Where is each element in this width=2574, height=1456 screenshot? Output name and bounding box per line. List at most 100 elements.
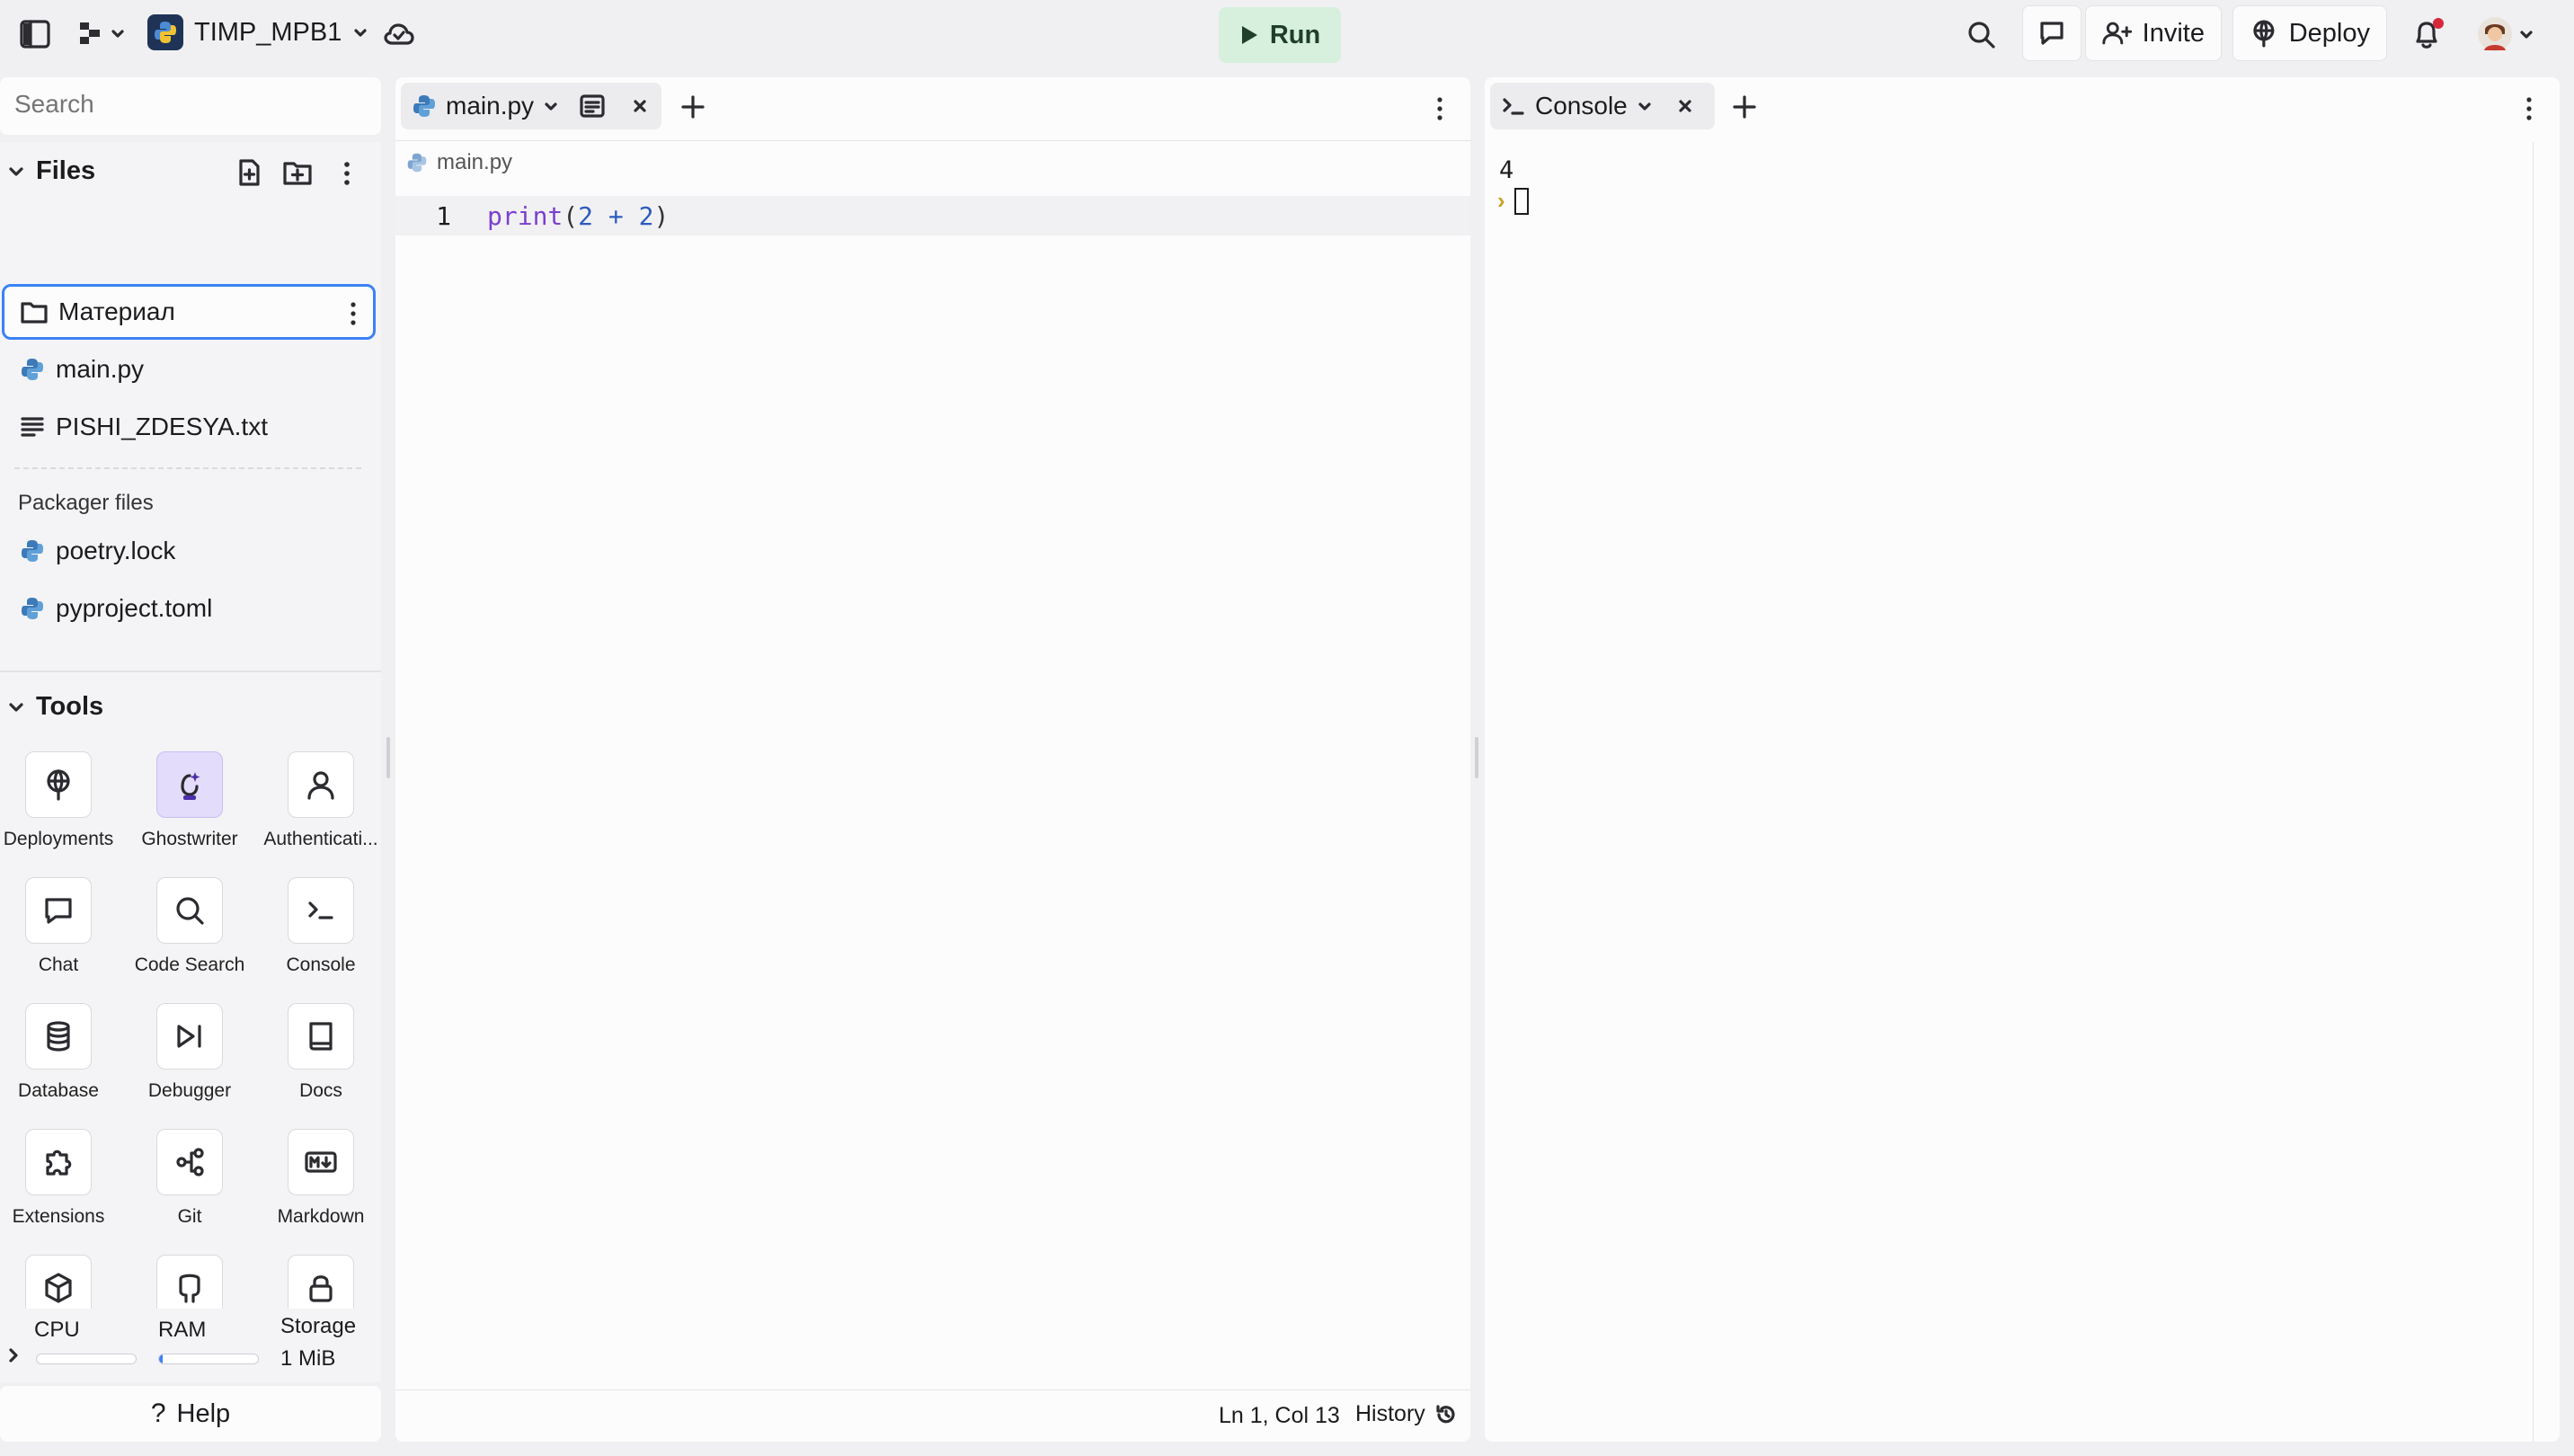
console-scrollbar[interactable] — [2533, 142, 2534, 1442]
top-bar: TIMP_MPB1 Run Invite Deploy — [0, 0, 2574, 70]
add-tab-icon[interactable] — [679, 93, 706, 120]
folder-icon — [21, 302, 48, 324]
tool-label: Authenticati... — [263, 829, 378, 849]
chevron-down-icon[interactable] — [543, 98, 559, 114]
project-switcher[interactable]: TIMP_MPB1 — [147, 14, 368, 50]
chat-icon — [45, 898, 72, 924]
puzzle-icon — [46, 1150, 72, 1176]
tool-label: Ghostwriter — [141, 829, 238, 849]
chat-button[interactable] — [2022, 5, 2081, 61]
tab-label: main.py — [446, 92, 535, 120]
divider — [14, 467, 361, 469]
editor-status-bar: Ln 1, Col 13 History — [395, 1389, 1470, 1443]
tool-extensions[interactable]: Extensions — [0, 1129, 124, 1228]
terminal-icon — [308, 901, 333, 919]
editor-more-icon[interactable] — [1431, 95, 1449, 122]
code-punct: ) — [653, 200, 670, 231]
cpu-meter — [36, 1354, 137, 1364]
tool-database[interactable]: Database — [0, 1003, 124, 1102]
deploy-icon — [2253, 20, 2275, 48]
close-icon[interactable] — [1676, 97, 1694, 115]
text-file-icon — [21, 417, 44, 437]
breadcrumb-item[interactable]: main.py — [437, 150, 512, 175]
history-button[interactable]: History — [1355, 1401, 1458, 1427]
code-line[interactable]: 1 print(2 + 2) — [395, 196, 669, 235]
search-input[interactable] — [0, 77, 388, 131]
files-more-icon[interactable] — [336, 160, 358, 187]
file-item-poetry-lock[interactable]: poetry.lock — [0, 525, 377, 577]
markdown-icon — [305, 1151, 337, 1173]
tool-label: Extensions — [12, 1206, 105, 1227]
cursor-position[interactable]: Ln 1, Col 13 — [1219, 1403, 1340, 1429]
tool-label: Console — [286, 954, 356, 975]
notification-bell-icon[interactable] — [2410, 16, 2446, 52]
tool-label: Docs — [299, 1080, 342, 1101]
avatar[interactable] — [2477, 16, 2534, 52]
close-icon[interactable] — [631, 97, 649, 115]
prompt-icon: › — [1497, 187, 1505, 214]
ram-label: RAM — [158, 1318, 207, 1342]
resource-usage[interactable]: CPU RAM Storage 1 MiB — [0, 1309, 381, 1381]
terminal-icon — [1503, 98, 1524, 115]
sidebar-resize-handle[interactable] — [386, 737, 390, 778]
console-output: 4 — [1499, 156, 1514, 184]
file-item-txt[interactable]: PISHI_ZDESYA.txt — [0, 401, 377, 453]
pane-resize-handle[interactable] — [1475, 737, 1478, 778]
chevron-down-icon[interactable] — [1637, 98, 1653, 114]
files-title: Files — [36, 156, 96, 185]
files-panel: Files Материал main.py PISHI_ZDESYA.txt … — [0, 142, 381, 746]
file-item-pyproject[interactable]: pyproject.toml — [0, 582, 377, 635]
tool-label: Markdown — [277, 1206, 365, 1227]
elephant-icon — [179, 1274, 200, 1303]
new-file-icon[interactable] — [235, 158, 262, 187]
tool-label: Git — [177, 1206, 202, 1227]
tool-label: Code Search — [134, 954, 245, 975]
tool-chat[interactable]: Chat — [0, 877, 124, 976]
tool-docs[interactable]: Docs — [255, 1003, 381, 1102]
tool-markdown[interactable]: Markdown — [255, 1129, 381, 1228]
deploy-icon — [47, 769, 70, 801]
tool-git[interactable]: Git — [124, 1129, 255, 1228]
run-button[interactable]: Run — [1219, 7, 1341, 63]
file-name: main.py — [56, 355, 145, 383]
cloud-check-icon[interactable] — [383, 19, 415, 49]
help-label: Help — [176, 1398, 231, 1428]
package-icon — [45, 1273, 72, 1303]
deploy-button[interactable]: Deploy — [2232, 5, 2387, 61]
file-name: PISHI_ZDESYA.txt — [56, 413, 268, 440]
storage-value: 1 MiB — [280, 1346, 336, 1371]
invite-button[interactable]: Invite — [2085, 5, 2222, 61]
debugger-icon — [177, 1025, 201, 1048]
chevron-right-icon — [9, 1348, 18, 1363]
tool-console[interactable]: Console — [255, 877, 381, 976]
new-folder-icon[interactable] — [282, 158, 313, 187]
file-more-icon[interactable] — [344, 301, 362, 326]
console-more-icon[interactable] — [2520, 95, 2538, 122]
replit-menu-icon[interactable] — [77, 20, 126, 47]
tool-debugger[interactable]: Debugger — [124, 1003, 255, 1102]
help-button[interactable]: ? Help — [0, 1386, 381, 1442]
tab-console[interactable]: Console — [1490, 83, 1715, 129]
sidebar-search[interactable] — [0, 77, 388, 135]
tool-ghostwriter[interactable]: Ghostwriter — [124, 751, 255, 850]
files-header[interactable]: Files — [7, 156, 95, 186]
tool-label: Chat — [38, 954, 79, 975]
console-prompt-line[interactable]: › — [1497, 187, 1529, 215]
user-plus-icon — [2102, 22, 2132, 45]
sidebar-toggle-icon[interactable] — [20, 20, 50, 49]
outline-icon[interactable] — [579, 93, 606, 119]
file-item-main-py[interactable]: main.py — [0, 343, 377, 395]
search-icon[interactable] — [1966, 20, 1997, 50]
tab-main-py[interactable]: main.py — [401, 83, 661, 129]
tool-deployments[interactable]: Deployments — [0, 751, 124, 850]
tools-header[interactable]: Tools — [7, 692, 103, 722]
add-tab-icon[interactable] — [1731, 93, 1758, 120]
tool-authentication[interactable]: Authenticati... — [255, 751, 381, 850]
file-item-folder[interactable]: Материал — [2, 284, 376, 340]
console-tab-bar: Console — [1485, 77, 2560, 140]
search-icon — [176, 897, 204, 925]
tool-code-search[interactable]: Code Search — [124, 877, 255, 976]
git-icon — [176, 1148, 204, 1176]
ghostwriter-icon — [181, 772, 200, 800]
help-icon: ? — [150, 1398, 166, 1428]
